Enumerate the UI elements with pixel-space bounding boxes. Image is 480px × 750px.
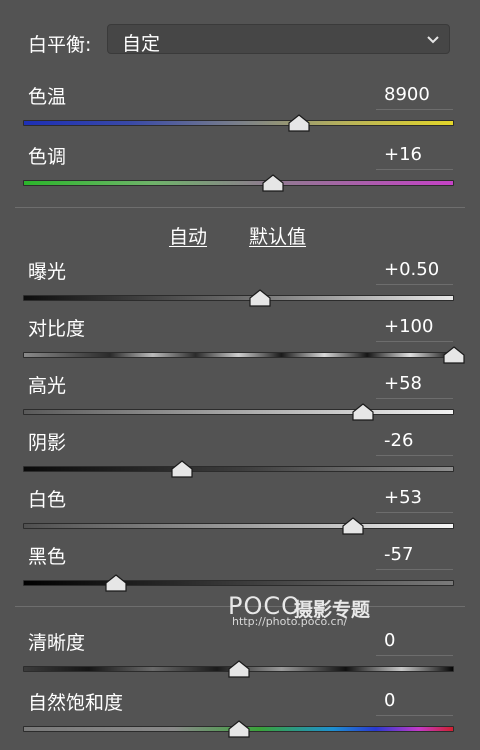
poco-watermark: POCO 摄影专题 http://photo.poco.cn/ [228, 592, 388, 628]
default-button[interactable]: 默认值 [249, 222, 306, 249]
shadows-track[interactable] [23, 466, 454, 472]
whites-label: 白色 [28, 489, 67, 511]
highlights-value[interactable]: +58 [376, 369, 453, 399]
whites-thumb[interactable] [342, 517, 364, 535]
vibrance-slider: 自然饱和度 0 [0, 688, 480, 744]
temperature-value[interactable]: 8900 [376, 80, 453, 110]
tint-label: 色调 [28, 146, 67, 168]
vibrance-thumb[interactable] [227, 720, 250, 738]
highlights-track[interactable] [23, 409, 454, 415]
white-balance-select[interactable]: 自定 [107, 24, 450, 55]
clarity-slider: 清晰度 0 [0, 628, 480, 684]
contrast-slider: 对比度 +100 [0, 314, 480, 370]
clarity-label: 清晰度 [28, 632, 86, 654]
temperature-label: 色温 [28, 86, 67, 108]
exposure-thumb[interactable] [249, 289, 271, 307]
highlights-thumb[interactable] [352, 403, 375, 421]
shadows-thumb[interactable] [171, 460, 194, 478]
blacks-label: 黑色 [28, 546, 67, 568]
blacks-slider: 黑色 -57 [0, 542, 480, 598]
whites-value[interactable]: +53 [376, 483, 453, 513]
tint-thumb[interactable] [262, 174, 284, 192]
contrast-track[interactable] [23, 352, 454, 358]
blacks-value[interactable]: -57 [376, 540, 453, 570]
temperature-thumb[interactable] [288, 114, 310, 132]
shadows-slider: 阴影 -26 [0, 428, 480, 484]
whites-slider: 白色 +53 [0, 485, 480, 541]
contrast-value[interactable]: +100 [376, 312, 453, 342]
auto-button[interactable]: 自动 [169, 222, 207, 249]
exposure-value[interactable]: +0.50 [376, 255, 453, 285]
exposure-track[interactable] [23, 295, 454, 301]
temperature-track[interactable] [23, 120, 454, 126]
tint-value[interactable]: +16 [376, 140, 453, 170]
temperature-slider: 色温 8900 [0, 82, 480, 138]
vibrance-value[interactable]: 0 [376, 686, 453, 716]
vibrance-label: 自然饱和度 [28, 692, 124, 714]
contrast-label: 对比度 [28, 318, 86, 340]
white-balance-label: 白平衡: [28, 34, 92, 56]
section-divider [15, 207, 465, 208]
watermark-url: http://photo.poco.cn/ [232, 615, 348, 628]
shadows-label: 阴影 [28, 432, 67, 454]
highlights-slider: 高光 +58 [0, 371, 480, 427]
clarity-thumb[interactable] [227, 660, 250, 678]
tint-slider: 色调 +16 [0, 142, 480, 198]
exposure-slider: 曝光 +0.50 [0, 257, 480, 313]
whites-track[interactable] [23, 523, 454, 529]
chevron-down-icon [427, 36, 439, 44]
highlights-label: 高光 [28, 375, 67, 397]
white-balance-row: 白平衡: 自定 [0, 24, 480, 60]
tint-track[interactable] [23, 180, 454, 186]
exposure-label: 曝光 [28, 261, 67, 283]
auto-default-row: 自动 默认值 [0, 222, 480, 248]
white-balance-value: 自定 [122, 33, 161, 55]
blacks-track[interactable] [23, 580, 454, 586]
shadows-value[interactable]: -26 [376, 426, 453, 456]
contrast-thumb[interactable] [443, 346, 465, 364]
clarity-value[interactable]: 0 [376, 626, 453, 656]
blacks-thumb[interactable] [105, 574, 127, 592]
